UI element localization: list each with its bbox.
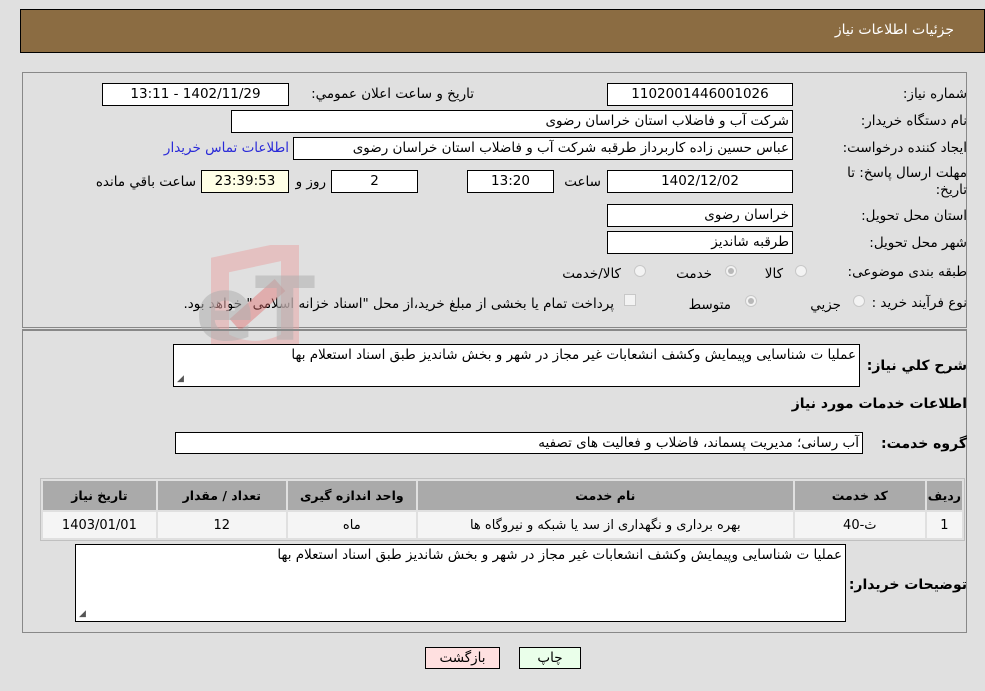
treasury-checkbox-label: پرداخت تمام يا بخشی از مبلغ خريد،از محل …: [183, 296, 614, 312]
treasury-checkbox[interactable]: [624, 294, 636, 306]
table-row: 1 ث-40 بهره برداری و نگهداری از سد یا شب…: [43, 512, 962, 538]
description-label: شرح کلي نياز:: [866, 358, 967, 374]
time-remaining-field: 23:39:53: [201, 170, 289, 193]
category-option-goods-service: کالا/خدمت: [562, 266, 621, 282]
col-service-name: نام خدمت: [417, 481, 793, 510]
delivery-city-field: طرقبه شانديز: [607, 231, 793, 254]
service-group-label: گروه خدمت:: [881, 436, 967, 452]
print-button[interactable]: چاپ: [519, 647, 581, 669]
requester-field: عباس حسین زاده کاربرداز طرقبه شرکت آب و …: [293, 137, 793, 160]
page-title: جزئیات اطلاعات نیاز: [834, 22, 954, 38]
deadline-time-field: 13:20: [467, 170, 554, 193]
delivery-province-field: خراسان رضوی: [607, 204, 793, 227]
services-section-title: اطلاعات خدمات مورد نياز: [791, 396, 967, 412]
announce-datetime-label: تاریخ و ساعت اعلان عمومي:: [311, 86, 474, 102]
col-service-code: کد خدمت: [794, 481, 925, 510]
service-group-field: آب رسانی؛ مدیریت پسماند، فاضلاب و فعالیت…: [175, 432, 863, 454]
category-option-goods: کالا: [764, 266, 783, 282]
delivery-city-label: شهر محل تحویل:: [869, 235, 967, 251]
col-need-date: تاريخ نياز: [43, 481, 156, 510]
description-textarea[interactable]: عملیا ت شناسایی وپیمایش وکشف انشعابات غی…: [173, 344, 860, 387]
time-remaining-label: ساعت باقي مانده: [95, 174, 196, 190]
need-number-label: شماره نیاز:: [902, 86, 967, 102]
buyer-org-field: شرکت آب و فاضلاب استان خراسان رضوی: [231, 110, 793, 133]
category-radio-goods[interactable]: [795, 265, 807, 277]
cell-need-date: 1403/01/01: [43, 512, 156, 538]
buyer-notes-textarea[interactable]: عملیا ت شناسایی وپیمایش وکشف انشعابات غی…: [75, 544, 846, 622]
requester-label: ایجاد کننده درخواست:: [842, 140, 967, 156]
cell-row-number: 1: [926, 512, 962, 538]
deadline-time-label: ساعت: [564, 174, 601, 190]
announce-datetime-field: 1402/11/29 - 13:11: [102, 83, 289, 106]
col-unit: واحد اندازه گيری: [287, 481, 416, 510]
services-table-header: رديف کد خدمت نام خدمت واحد اندازه گيری ت…: [43, 481, 962, 510]
purchase-option-medium: متوسط: [688, 297, 731, 313]
buyer-contact-link[interactable]: اطلاعات تماس خریدار: [164, 140, 289, 156]
description-text: عملیا ت شناسایی وپیمایش وکشف انشعابات غی…: [291, 347, 856, 363]
col-quantity: تعداد / مقدار: [157, 481, 286, 510]
buyer-notes-label: توضيحات خريدار:: [848, 577, 967, 593]
need-number-field: 1102001446001026: [607, 83, 793, 106]
cell-service-code: ث-40: [794, 512, 925, 538]
purchase-option-minor: جزيي: [810, 297, 841, 313]
category-radio-goods-service[interactable]: [634, 265, 646, 277]
category-label: طبقه بندی موضوعی:: [847, 264, 967, 280]
purchase-radio-medium[interactable]: [745, 295, 757, 307]
category-radio-service[interactable]: [725, 265, 737, 277]
buyer-notes-text: عملیا ت شناسایی وپیمایش وکشف انشعابات غی…: [277, 547, 842, 563]
purchase-type-label: نوع فرآیند خرید :: [871, 295, 967, 311]
services-table: رديف کد خدمت نام خدمت واحد اندازه گيری ت…: [40, 478, 965, 541]
cell-unit: ماه: [287, 512, 416, 538]
page-header: جزئیات اطلاعات نیاز: [20, 9, 985, 53]
col-row-number: رديف: [926, 481, 962, 510]
category-option-service: خدمت: [676, 266, 712, 282]
days-remaining-field: 2: [331, 170, 418, 193]
purchase-radio-minor[interactable]: [853, 295, 865, 307]
buyer-org-label: نام دستگاه خريدار:: [860, 113, 967, 129]
cell-service-name: بهره برداری و نگهداری از سد یا شبکه و نی…: [417, 512, 793, 538]
days-label: روز و: [295, 174, 326, 190]
back-button[interactable]: بازگشت: [425, 647, 500, 669]
cell-quantity: 12: [157, 512, 286, 538]
resize-grip-icon[interactable]: ◢: [177, 374, 184, 384]
deadline-label: مهلت ارسال پاسخ: تا تاريخ:: [847, 165, 967, 198]
deadline-date-field: 1402/12/02: [607, 170, 793, 193]
delivery-province-label: استان محل تحویل:: [861, 208, 967, 224]
resize-grip-icon[interactable]: ◢: [79, 609, 86, 619]
